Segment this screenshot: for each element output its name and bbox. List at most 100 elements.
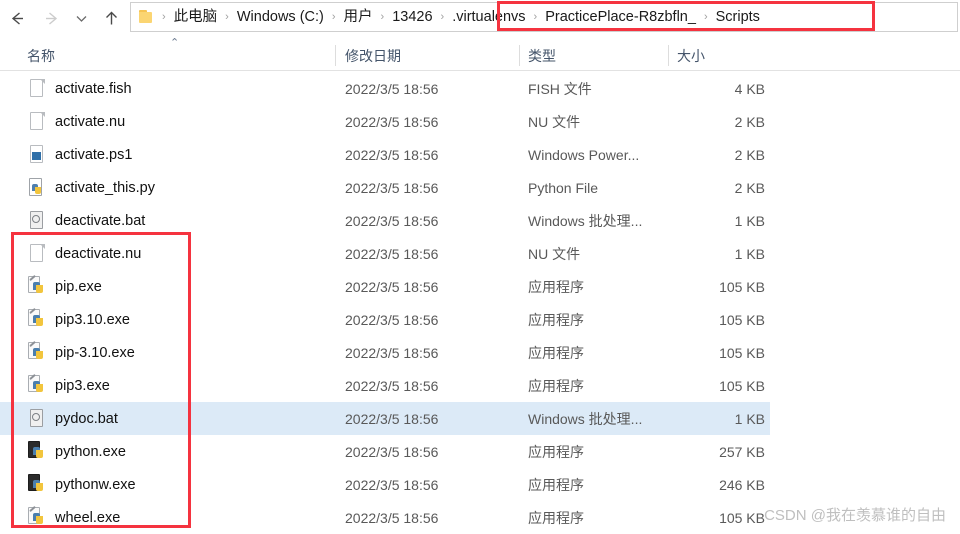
breadcrumb-separator: › [440,11,445,23]
column-header-name[interactable]: 名称 [27,40,55,71]
sort-ascending-icon: ⌃ [170,37,180,49]
file-type-label: 应用程序 [528,311,584,328]
address-bar[interactable]: › 此电脑 › Windows (C:) › 用户 › 13426 › .vir… [130,2,958,32]
table-row[interactable]: pip3.exe 2022/3/5 18:56 应用程序 105 KB [0,369,960,402]
file-type-cell: 应用程序 [528,468,584,501]
file-size-label: 4 KB [734,80,765,97]
file-type-cell: NU 文件 [528,105,580,138]
file-name-label: wheel.exe [55,509,121,526]
file-date-label: 2022/3/5 18:56 [345,278,439,295]
table-row[interactable]: python.exe 2022/3/5 18:56 应用程序 257 KB [0,435,960,468]
table-row[interactable]: activate.ps1 2022/3/5 18:56 Windows Power.… [0,138,960,171]
back-icon[interactable] [0,1,34,35]
file-name-label: python.exe [55,443,126,460]
python-executable-icon [27,373,46,396]
breadcrumb-item-this-pc[interactable]: 此电脑 [169,5,223,29]
file-date-cell: 2022/3/5 18:56 [345,468,438,501]
file-date-label: 2022/3/5 18:56 [345,179,439,196]
file-type-label: 应用程序 [528,377,584,394]
file-name-label: pip.exe [55,278,102,295]
python-executable-dark-icon [27,474,46,495]
table-row[interactable]: activate.fish 2022/3/5 18:56 FISH 文件 4 KB [0,72,960,105]
file-date-label: 2022/3/5 18:56 [345,377,439,394]
column-divider[interactable] [668,45,669,66]
file-date-label: 2022/3/5 18:56 [345,212,439,229]
file-name-label: pip-3.10.exe [55,344,135,361]
file-name-label: activate_this.py [55,179,155,196]
file-name-cell[interactable]: pip.exe [27,270,102,303]
file-size-label: 1 KB [734,410,765,427]
file-name-cell[interactable]: activate.ps1 [27,138,132,171]
file-name-cell[interactable]: pythonw.exe [27,468,136,501]
file-name-label: pythonw.exe [55,476,136,493]
file-type-label: Windows 批处理... [528,212,643,229]
breadcrumb-item-windows-c[interactable]: Windows (C:) [232,5,329,29]
breadcrumb-item-virtualenvs[interactable]: .virtualenvs [447,5,530,29]
table-row[interactable]: pythonw.exe 2022/3/5 18:56 应用程序 246 KB [0,468,960,501]
breadcrumb-item-practiceplace[interactable]: PracticePlace-R8zbfln_ [540,5,701,29]
table-row[interactable]: deactivate.bat 2022/3/5 18:56 Windows 批处理.… [0,204,960,237]
file-type-label: 应用程序 [528,476,584,493]
file-type-cell: FISH 文件 [528,72,592,105]
table-row[interactable]: activate_this.py 2022/3/5 18:56 Python Fil… [0,171,960,204]
file-size-label: 105 KB [719,509,765,526]
file-type-cell: 应用程序 [528,270,584,303]
column-divider[interactable] [335,45,336,66]
column-header-date[interactable]: 修改日期 [345,40,401,71]
file-size-cell: 2 KB [660,105,765,138]
file-date-cell: 2022/3/5 18:56 [345,501,438,534]
file-name-cell[interactable]: pip-3.10.exe [27,336,135,369]
file-type-cell: Windows 批处理... [528,204,642,237]
file-name-label: activate.nu [55,113,126,130]
file-name-cell[interactable]: activate_this.py [27,171,155,204]
chevron-down-icon[interactable] [68,1,94,35]
file-name-label: deactivate.nu [55,245,142,262]
column-header-size[interactable]: 大小 [677,40,705,71]
file-size-cell: 105 KB [660,336,765,369]
python-executable-icon [27,340,46,363]
table-row[interactable]: deactivate.nu 2022/3/5 18:56 NU 文件 1 KB [0,237,960,270]
table-row[interactable]: activate.nu 2022/3/5 18:56 NU 文件 2 KB [0,105,960,138]
table-row[interactable]: pip3.10.exe 2022/3/5 18:56 应用程序 105 KB [0,303,960,336]
file-name-cell[interactable]: deactivate.bat [27,204,145,237]
file-type-cell: 应用程序 [528,336,584,369]
up-icon[interactable] [94,1,128,35]
breadcrumb-item-13426[interactable]: 13426 [387,5,437,29]
file-size-label: 2 KB [734,179,765,196]
file-size-label: 257 KB [719,443,765,460]
file-name-cell[interactable]: activate.nu [27,105,125,138]
file-name-cell[interactable]: python.exe [27,435,126,468]
table-row[interactable]: pip-3.10.exe 2022/3/5 18:56 应用程序 105 KB [0,336,960,369]
column-header-type[interactable]: 类型 [528,40,556,71]
file-size-label: 1 KB [734,212,765,229]
file-type-label: 应用程序 [528,278,584,295]
batch-file-icon [27,408,46,429]
file-name-cell[interactable]: activate.fish [27,72,132,105]
file-type-label: Windows Power... [528,146,640,163]
file-size-label: 246 KB [719,476,765,493]
file-name-cell[interactable]: pip3.exe [27,369,110,402]
file-name-cell[interactable]: pip3.10.exe [27,303,130,336]
file-name-cell[interactable]: wheel.exe [27,501,120,534]
file-name-label: activate.fish [55,80,132,97]
watermark: CSDN @我在羡慕谁的自由 [764,507,946,524]
file-name-cell[interactable]: pydoc.bat [27,402,118,435]
file-size-label: 105 KB [719,344,765,361]
table-row[interactable]: pydoc.bat 2022/3/5 18:56 Windows 批处理... 1 K… [0,402,770,435]
file-size-cell: 105 KB [660,270,765,303]
file-date-cell: 2022/3/5 18:56 [345,270,438,303]
file-date-label: 2022/3/5 18:56 [345,509,439,526]
breadcrumb-separator: › [162,11,166,23]
file-document-icon [27,243,46,264]
breadcrumb-item-users[interactable]: 用户 [339,5,378,29]
file-name-cell[interactable]: deactivate.nu [27,237,141,270]
breadcrumb-item-scripts[interactable]: Scripts [711,5,765,29]
column-header-row: 名称 修改日期 类型 大小 [0,40,960,71]
file-size-cell: 105 KB [660,501,765,534]
file-date-cell: 2022/3/5 18:56 [345,171,438,204]
column-divider[interactable] [519,45,520,66]
table-row[interactable]: pip.exe 2022/3/5 18:56 应用程序 105 KB [0,270,960,303]
file-document-icon [27,78,46,99]
file-list[interactable]: activate.fish 2022/3/5 18:56 FISH 文件 4 KB ac… [0,72,960,534]
file-type-cell: Windows 批处理... [528,402,642,435]
